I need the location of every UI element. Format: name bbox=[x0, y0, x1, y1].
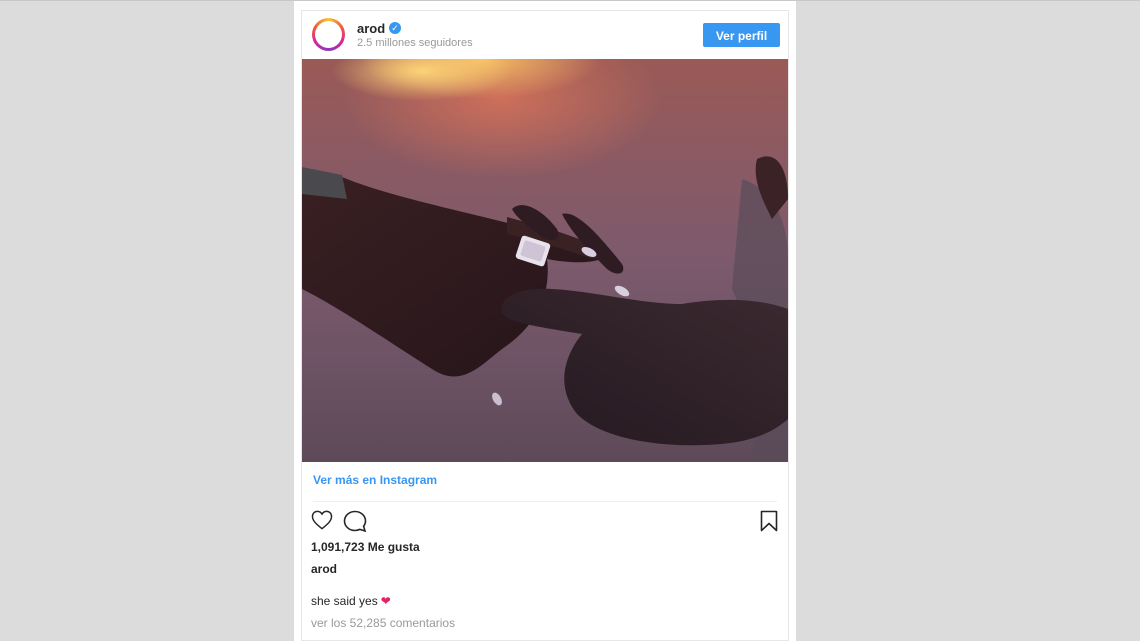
likes-count[interactable]: 1,091,723 Me gusta bbox=[311, 540, 420, 554]
view-comments-link[interactable]: ver los 52,285 comentarios bbox=[311, 616, 455, 630]
verified-badge-icon: ✓ bbox=[389, 22, 401, 34]
caption-username[interactable]: arod bbox=[311, 562, 337, 576]
heart-outline-icon[interactable] bbox=[311, 510, 333, 535]
red-heart-icon: ❤ bbox=[380, 594, 391, 608]
instagram-embed-card: arod ✓ 2.5 millones seguidores Ver perfi… bbox=[301, 10, 789, 641]
post-photo[interactable] bbox=[302, 59, 788, 462]
bookmark-icon[interactable] bbox=[760, 510, 778, 537]
caption-text: she said yes bbox=[311, 594, 378, 608]
view-profile-button[interactable]: Ver perfil bbox=[703, 23, 780, 47]
post-photo-illustration bbox=[302, 156, 788, 462]
avatar-image bbox=[315, 21, 342, 48]
caption: she said yes ❤ bbox=[311, 594, 391, 608]
avatar[interactable] bbox=[312, 18, 345, 51]
view-more-on-instagram-link[interactable]: Ver más en Instagram bbox=[313, 473, 437, 487]
post-header: arod ✓ 2.5 millones seguidores Ver perfi… bbox=[302, 11, 788, 59]
username[interactable]: arod bbox=[357, 21, 385, 36]
divider bbox=[313, 501, 777, 502]
speech-bubble-icon[interactable] bbox=[343, 510, 367, 537]
followers-count: 2.5 millones seguidores bbox=[357, 37, 473, 49]
